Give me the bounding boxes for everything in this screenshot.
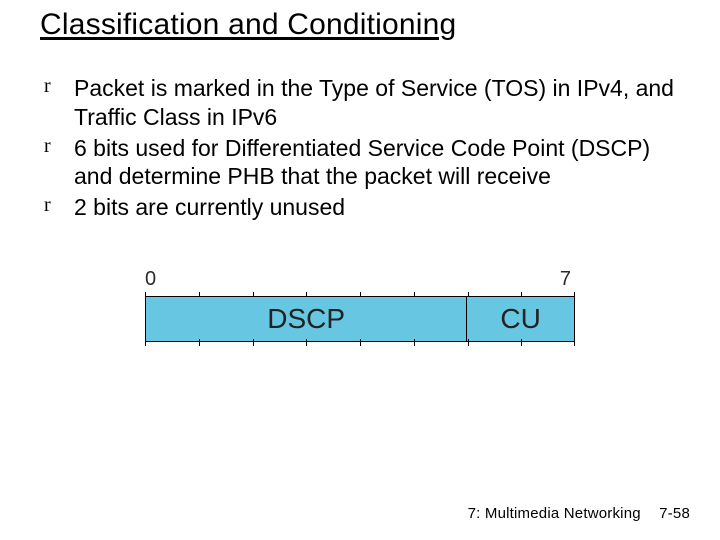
- bit-label-7: 7: [560, 268, 571, 291]
- list-item: 6 bits used for Differentiated Service C…: [44, 134, 680, 192]
- page-title: Classification and Conditioning: [40, 8, 680, 42]
- footer-chapter: 7: Multimedia Networking: [468, 505, 641, 522]
- bit-label-0: 0: [145, 268, 156, 291]
- footer-page-number: 7-58: [659, 505, 690, 522]
- byte-diagram: 0 7 DSCP CU: [145, 268, 575, 358]
- slide-footer: 7: Multimedia Networking 7-58: [468, 505, 690, 522]
- list-item: Packet is marked in the Type of Service …: [44, 74, 680, 132]
- byte-row: DSCP CU: [145, 296, 575, 342]
- list-item: 2 bits are currently unused: [44, 193, 680, 222]
- byte-diagram-wrap: 0 7 DSCP CU: [40, 268, 680, 363]
- field-dscp: DSCP: [146, 297, 467, 341]
- field-cu: CU: [467, 297, 574, 341]
- slide: Classification and Conditioning Packet i…: [0, 0, 720, 540]
- bullet-list: Packet is marked in the Type of Service …: [44, 74, 680, 222]
